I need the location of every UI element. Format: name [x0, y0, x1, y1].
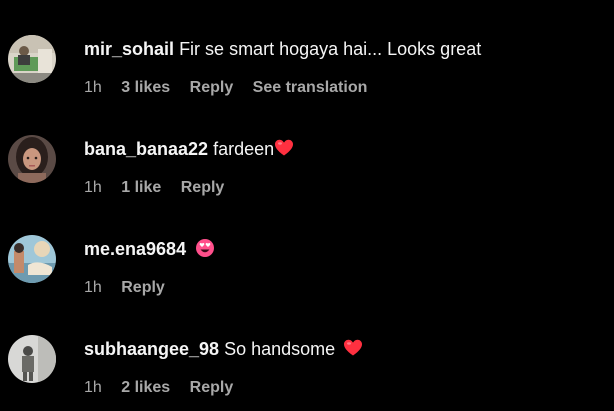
likes-count[interactable]: 2 likes: [121, 379, 170, 396]
comment-line: bana_banaa22 fardeen: [84, 138, 294, 160]
comment-text: Fir se smart hogaya hai... Looks great: [179, 39, 482, 59]
reply-button[interactable]: Reply: [190, 379, 234, 396]
avatar[interactable]: [8, 135, 56, 183]
username-link[interactable]: bana_banaa22: [84, 139, 208, 159]
reply-button[interactable]: Reply: [181, 179, 225, 196]
timestamp: 1h: [84, 379, 102, 396]
timestamp: 1h: [84, 179, 102, 196]
username-link[interactable]: subhaangee_98: [84, 339, 219, 359]
comment-line: mir_sohail Fir se smart hogaya hai... Lo…: [84, 38, 481, 60]
avatar[interactable]: [8, 335, 56, 383]
red-heart-icon: [274, 138, 294, 158]
comment-meta: 1h 1 like Reply: [84, 178, 239, 198]
red-heart-icon: [343, 338, 363, 358]
comment-line: subhaangee_98 So handsome: [84, 338, 363, 360]
likes-count[interactable]: 1 like: [121, 179, 161, 196]
reply-button[interactable]: Reply: [190, 79, 234, 96]
comment-item: me.ena9684 1h Reply: [0, 200, 614, 300]
comment-line: me.ena9684: [84, 238, 215, 260]
username-link[interactable]: mir_sohail: [84, 39, 174, 59]
comment-item: subhaangee_98 So handsome 1h 2 likes Rep…: [0, 300, 614, 400]
comment-meta: 1h Reply: [84, 278, 180, 298]
comment-text: So handsome: [224, 339, 336, 359]
reply-button[interactable]: Reply: [121, 279, 165, 296]
username-link[interactable]: me.ena9684: [84, 239, 186, 259]
comment-meta: 1h 3 likes Reply See translation: [84, 78, 382, 98]
avatar[interactable]: [8, 35, 56, 83]
comment-meta: 1h 2 likes Reply: [84, 378, 248, 398]
timestamp: 1h: [84, 79, 102, 96]
likes-count[interactable]: 3 likes: [121, 79, 170, 96]
see-translation-button[interactable]: See translation: [253, 79, 368, 96]
comment-item: bana_banaa22 fardeen 1h 1 like Reply: [0, 100, 614, 200]
comment-item: mir_sohail Fir se smart hogaya hai... Lo…: [0, 0, 614, 100]
comment-text: fardeen: [213, 139, 275, 159]
timestamp: 1h: [84, 279, 102, 296]
avatar[interactable]: [8, 235, 56, 283]
heart-eyes-smiley-icon: [195, 238, 215, 258]
